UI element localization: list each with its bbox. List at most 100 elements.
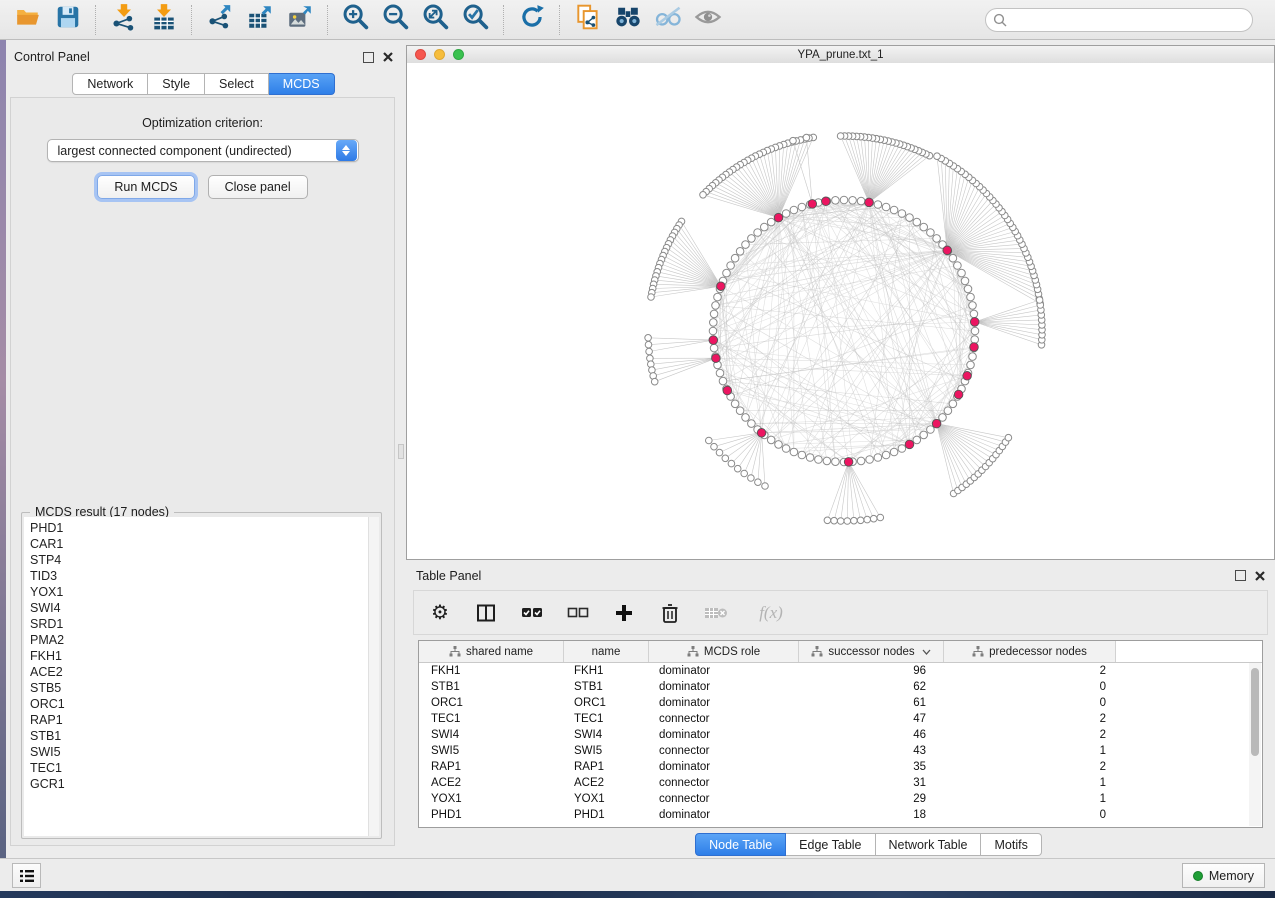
table-cell: YOX1: [419, 793, 564, 805]
table-row[interactable]: TEC1TEC1connector472: [419, 711, 1262, 727]
node-table-body: FKH1FKH1dominator962STB1STB1dominator620…: [419, 663, 1262, 823]
tab-style[interactable]: Style: [148, 73, 205, 95]
table-scrollbar[interactable]: [1249, 663, 1261, 826]
search-input[interactable]: [985, 8, 1253, 32]
zoom-selected-button[interactable]: [456, 3, 496, 37]
table-row[interactable]: SWI5SWI5connector431: [419, 743, 1262, 759]
column-header-mcds-role[interactable]: MCDS role: [649, 641, 799, 662]
maximize-window-icon[interactable]: [453, 49, 464, 60]
mcds-result-item[interactable]: RAP1: [30, 712, 379, 728]
table-row[interactable]: ORC1ORC1dominator610: [419, 695, 1262, 711]
export-image-icon: [286, 3, 314, 36]
zoom-out-button[interactable]: [376, 3, 416, 37]
export-image-button[interactable]: [280, 3, 320, 37]
vertical-splitter-handle[interactable]: [398, 444, 404, 459]
mcds-result-item[interactable]: STP4: [30, 552, 379, 568]
tab-network-table[interactable]: Network Table: [876, 833, 982, 856]
table-row[interactable]: ACE2ACE2connector311: [419, 775, 1262, 791]
tab-mcds[interactable]: MCDS: [269, 73, 335, 95]
table-row[interactable]: SWI4SWI4dominator462: [419, 727, 1262, 743]
refresh-view-button[interactable]: [512, 3, 552, 37]
duplicate-network-button[interactable]: [568, 3, 608, 37]
first-neighbors-button[interactable]: [608, 3, 648, 37]
table-settings-button[interactable]: ⚙: [428, 601, 452, 625]
show-panels-button[interactable]: [12, 863, 41, 888]
mcds-result-item[interactable]: STB1: [30, 728, 379, 744]
table-cell: FKH1: [419, 665, 564, 677]
select-all-button[interactable]: [520, 601, 544, 625]
table-row[interactable]: STB1STB1dominator620: [419, 679, 1262, 695]
show-all-button[interactable]: [688, 3, 728, 37]
zoom-fit-button[interactable]: [416, 3, 456, 37]
mcds-result-item[interactable]: SRD1: [30, 616, 379, 632]
close-panel-icon[interactable]: [383, 52, 393, 62]
toolbar-separator: [559, 5, 561, 35]
function-builder-disabled: f(x): [750, 601, 792, 625]
column-header-successor-nodes[interactable]: successor nodes: [799, 641, 944, 662]
open-file-button[interactable]: [8, 3, 48, 37]
table-delete-icon: [704, 605, 728, 621]
column-header-shared-name[interactable]: shared name: [419, 641, 564, 662]
hide-selected-button[interactable]: [648, 3, 688, 37]
table-row[interactable]: RAP1RAP1dominator352: [419, 759, 1262, 775]
show-columns-button[interactable]: [474, 601, 498, 625]
import-network-icon: [110, 3, 138, 36]
mcds-result-scrollbar[interactable]: [368, 517, 379, 836]
network-window-titlebar[interactable]: YPA_prune.txt_1: [407, 46, 1274, 64]
save-session-button[interactable]: [48, 3, 88, 37]
list-icon: [19, 869, 35, 883]
mcds-result-item[interactable]: SWI5: [30, 744, 379, 760]
float-window-icon[interactable]: [1235, 570, 1246, 581]
table-row[interactable]: PHD1PHD1dominator180: [419, 807, 1262, 823]
node-table-header: shared name name MCDS role successor nod…: [419, 641, 1262, 663]
column-header-predecessor-nodes[interactable]: predecessor nodes: [944, 641, 1116, 662]
criterion-selected-value: largest connected component (undirected): [48, 144, 336, 158]
import-table-button[interactable]: [144, 3, 184, 37]
delete-column-button[interactable]: [658, 601, 682, 625]
float-window-icon[interactable]: [363, 52, 374, 63]
table-cell: 2: [944, 665, 1116, 677]
mcds-result-item[interactable]: YOX1: [30, 584, 379, 600]
network-window: YPA_prune.txt_1: [406, 45, 1275, 560]
close-panel-icon[interactable]: [1255, 571, 1265, 581]
close-panel-button[interactable]: Close panel: [208, 175, 308, 199]
mcds-result-item[interactable]: TID3: [30, 568, 379, 584]
table-row[interactable]: YOX1YOX1connector291: [419, 791, 1262, 807]
mcds-result-item[interactable]: GCR1: [30, 776, 379, 792]
mcds-result-item[interactable]: TEC1: [30, 760, 379, 776]
mcds-result-item[interactable]: PHD1: [30, 520, 379, 536]
export-table-button[interactable]: [240, 3, 280, 37]
node-table[interactable]: shared name name MCDS role successor nod…: [418, 640, 1263, 828]
mcds-result-item[interactable]: ACE2: [30, 664, 379, 680]
mcds-result-item[interactable]: SWI4: [30, 600, 379, 616]
tab-network[interactable]: Network: [72, 73, 148, 95]
show-eye-icon: [693, 2, 723, 37]
table-cell: 0: [944, 697, 1116, 709]
deselect-all-button[interactable]: [566, 601, 590, 625]
control-panel-titlebar: Control Panel: [6, 45, 401, 69]
table-row[interactable]: FKH1FKH1dominator962: [419, 663, 1262, 679]
import-network-button[interactable]: [104, 3, 144, 37]
mcds-result-item[interactable]: ORC1: [30, 696, 379, 712]
column-header-name[interactable]: name: [564, 641, 649, 662]
add-column-button[interactable]: [612, 601, 636, 625]
run-mcds-button[interactable]: Run MCDS: [97, 175, 194, 199]
table-cell: dominator: [649, 761, 799, 773]
zoom-in-button[interactable]: [336, 3, 376, 37]
mcds-result-item[interactable]: CAR1: [30, 536, 379, 552]
network-canvas[interactable]: [407, 63, 1274, 559]
close-window-icon[interactable]: [415, 49, 426, 60]
scrollbar-thumb[interactable]: [1251, 668, 1259, 756]
tab-edge-table[interactable]: Edge Table: [786, 833, 875, 856]
criterion-dropdown[interactable]: largest connected component (undirected): [47, 139, 359, 162]
mcds-result-item[interactable]: PMA2: [30, 632, 379, 648]
minimize-window-icon[interactable]: [434, 49, 445, 60]
mcds-result-item[interactable]: FKH1: [30, 648, 379, 664]
mcds-result-list[interactable]: PHD1CAR1STP4TID3YOX1SWI4SRD1PMA2FKH1ACE2…: [24, 517, 379, 836]
tab-node-table[interactable]: Node Table: [695, 833, 786, 856]
memory-button[interactable]: Memory: [1182, 863, 1265, 888]
tab-select[interactable]: Select: [205, 73, 269, 95]
tab-motifs[interactable]: Motifs: [981, 833, 1041, 856]
mcds-result-item[interactable]: STB5: [30, 680, 379, 696]
export-network-button[interactable]: [200, 3, 240, 37]
